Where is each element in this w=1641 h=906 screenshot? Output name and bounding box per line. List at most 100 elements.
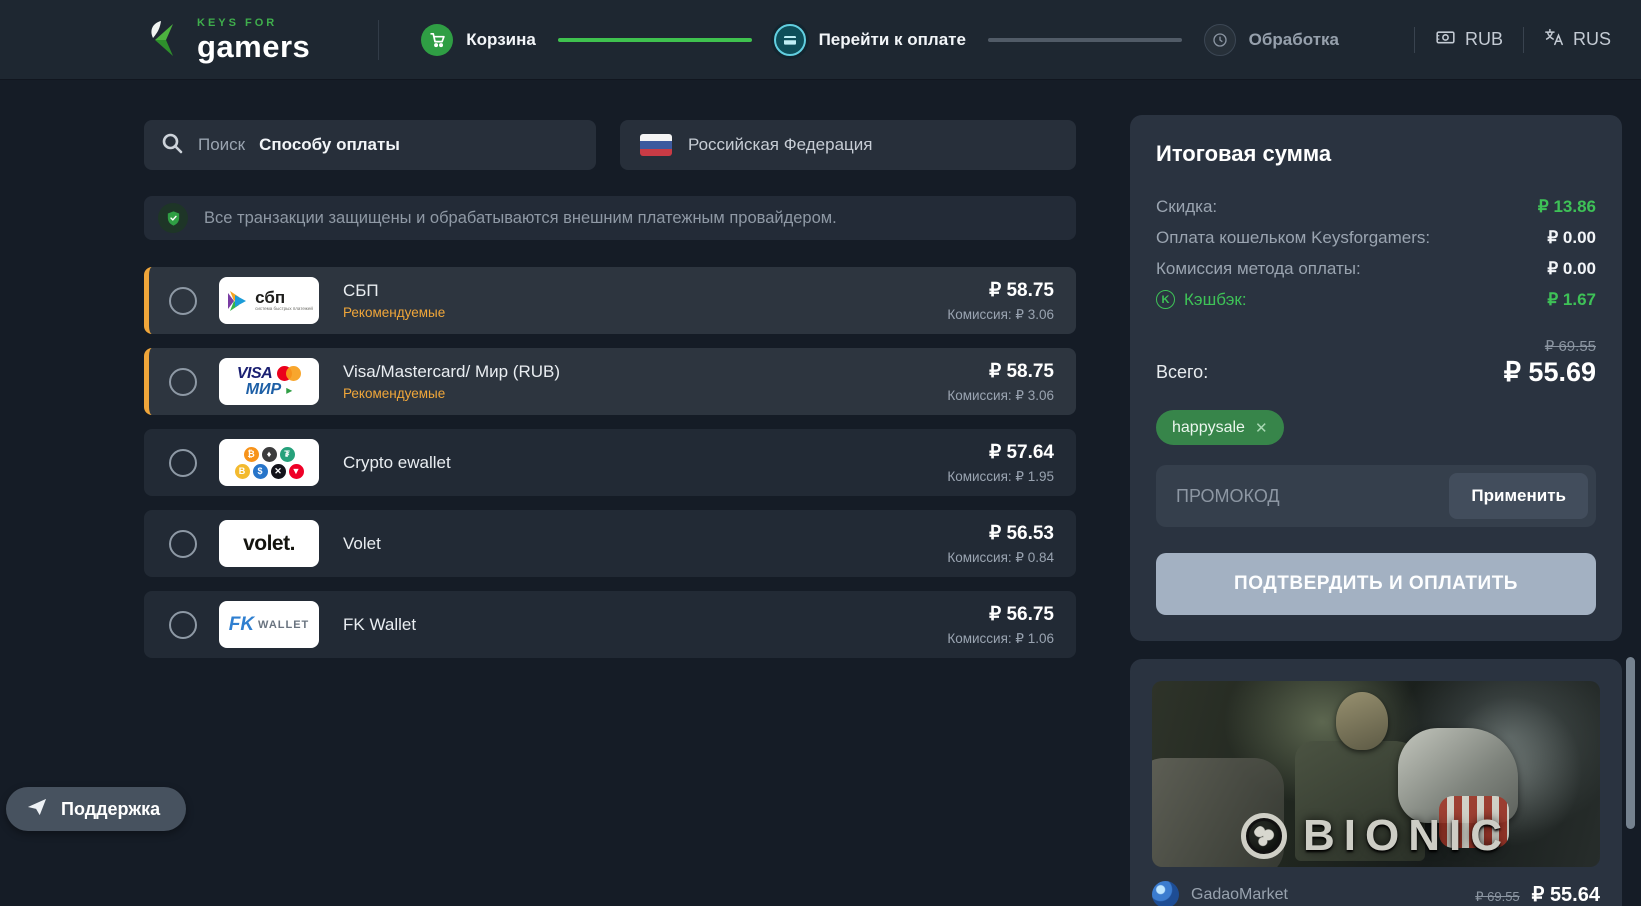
- total-row: Всего: ₽ 55.69: [1156, 357, 1596, 388]
- payment-commission: Комиссия: ₽ 1.95: [947, 469, 1054, 485]
- promo-code-box: Применить: [1156, 465, 1596, 527]
- currency-label: RUB: [1465, 29, 1503, 50]
- currency-selector[interactable]: RUB: [1435, 28, 1503, 51]
- bnb-icon: B: [235, 464, 250, 479]
- summary-title: Итоговая сумма: [1156, 141, 1596, 167]
- payment-method-name: FK Wallet: [343, 615, 416, 635]
- payment-method-sbp[interactable]: сбп система быстрых платежей СБП Рекомен…: [144, 267, 1076, 334]
- support-button[interactable]: Поддержка: [6, 787, 186, 831]
- payment-method-name: Volet: [343, 534, 381, 554]
- scrollbar-thumb[interactable]: [1626, 657, 1635, 829]
- header-separator: [1523, 27, 1524, 53]
- cart-icon: [421, 24, 453, 56]
- step-processing: Обработка: [1204, 24, 1339, 56]
- summary-card: Итоговая сумма Скидка: ₽ 13.86 Оплата ко…: [1130, 115, 1622, 641]
- russia-flag-icon: [640, 134, 672, 156]
- payment-price: ₽ 58.75: [989, 279, 1054, 302]
- radio-button[interactable]: [169, 368, 197, 396]
- sbp-logo-caption: система быстрых платежей: [255, 306, 313, 311]
- summary-row-cashback: K Кэшбэк: ₽ 1.67: [1156, 284, 1596, 315]
- recommended-badge: Рекомендуемые: [343, 305, 445, 320]
- header-controls: RUB RUS: [1394, 27, 1611, 53]
- country-selector[interactable]: Российская Федерация: [620, 120, 1076, 170]
- total-label: Всего:: [1156, 362, 1208, 383]
- radio-button[interactable]: [169, 449, 197, 477]
- search-placeholder-subject: Способу оплаты: [259, 135, 400, 155]
- country-name: Российская Федерация: [688, 135, 872, 155]
- applied-promo-tag[interactable]: happysale ✕: [1156, 410, 1284, 445]
- sbp-logo: сбп система быстрых платежей: [219, 277, 319, 324]
- remove-promo-icon[interactable]: ✕: [1255, 419, 1268, 437]
- fk-wallet-text: WALLET: [258, 619, 309, 631]
- confirm-and-pay-button[interactable]: ПОДТВЕРДИТЬ И ОПЛАТИТЬ: [1156, 553, 1596, 615]
- cashback-icon: K: [1156, 290, 1175, 309]
- visa-logo-text: VISA: [237, 366, 272, 382]
- language-selector[interactable]: RUS: [1544, 28, 1611, 51]
- logo-tagline: KEYS FOR: [197, 18, 310, 29]
- item-old-price: ₽ 69.55: [1475, 889, 1519, 905]
- header-divider: [378, 20, 379, 60]
- mastercard-icon: [277, 366, 301, 381]
- payment-price: ₽ 57.64: [989, 441, 1054, 464]
- step-cart[interactable]: Корзина: [421, 24, 536, 56]
- wallet-payment-value: ₽ 0.00: [1547, 228, 1596, 248]
- card-icon: [774, 24, 806, 56]
- payment-method-name: Crypto ewallet: [343, 453, 451, 473]
- payment-commission: Комиссия: ₽ 3.06: [947, 388, 1054, 404]
- item-price: ₽ 55.64: [1532, 882, 1600, 906]
- crypto-coins-logo: ₿ ♦ ₮ B $ ✕ ▼: [219, 439, 319, 486]
- order-item-card: BIONIC GadaoMarket ₽ 69.55 ₽ 55.64: [1130, 659, 1622, 906]
- shield-check-icon: [158, 203, 188, 233]
- header: KEYS FOR gamers Корзина Перейти к оплате: [0, 0, 1641, 80]
- game-cover-image: BIONIC: [1152, 681, 1600, 867]
- clock-icon: [1204, 24, 1236, 56]
- site-logo[interactable]: KEYS FOR gamers: [143, 18, 310, 62]
- total-value: ₽ 55.69: [1504, 357, 1596, 388]
- mir-logo-text: МИР: [246, 382, 282, 398]
- radio-button[interactable]: [169, 530, 197, 558]
- payment-method-volet[interactable]: volet. Volet ₽ 56.53 Комиссия: ₽ 0.84: [144, 510, 1076, 577]
- checkout-steps: Корзина Перейти к оплате Обработка: [421, 24, 1339, 56]
- radio-button[interactable]: [169, 611, 197, 639]
- btc-icon: ₿: [244, 447, 259, 462]
- header-separator: [1414, 27, 1415, 53]
- payment-method-name: СБП: [343, 281, 445, 301]
- usdc-icon: $: [253, 464, 268, 479]
- paper-plane-icon: [26, 797, 48, 822]
- commission-value: ₽ 0.00: [1547, 259, 1596, 279]
- fk-logo-text: FK: [229, 614, 254, 636]
- order-summary-sidebar: Итоговая сумма Скидка: ₽ 13.86 Оплата ко…: [1130, 115, 1622, 906]
- x-coin-icon: ✕: [271, 464, 286, 479]
- payment-price: ₽ 58.75: [989, 360, 1054, 383]
- radio-button[interactable]: [169, 287, 197, 315]
- apply-promo-button[interactable]: Применить: [1449, 473, 1588, 519]
- search-input[interactable]: Поиск Способу оплаты: [144, 120, 596, 170]
- cashback-label: Кэшбэк:: [1184, 290, 1247, 310]
- payment-commission: Комиссия: ₽ 0.84: [947, 550, 1054, 566]
- summary-row-commission: Комиссия метода оплаты: ₽ 0.00: [1156, 253, 1596, 284]
- seller-row: GadaoMarket ₽ 69.55 ₽ 55.64: [1152, 881, 1600, 906]
- step-payment-label: Перейти к оплате: [819, 30, 966, 50]
- promo-code-input[interactable]: [1176, 486, 1449, 507]
- payment-method-fkwallet[interactable]: FK WALLET FK Wallet ₽ 56.75 Комиссия: ₽ …: [144, 591, 1076, 658]
- volet-logo-text: volet.: [243, 532, 295, 556]
- step-cart-label: Корзина: [466, 30, 536, 50]
- logo-name: gamers: [197, 31, 310, 62]
- step-payment[interactable]: Перейти к оплате: [774, 24, 966, 56]
- progress-line-done: [558, 38, 752, 42]
- support-label: Поддержка: [61, 799, 160, 820]
- cashback-value: ₽ 1.67: [1547, 290, 1596, 310]
- fk-wallet-logo: FK WALLET: [219, 601, 319, 648]
- seller-name: GadaoMarket: [1191, 886, 1288, 904]
- game-title: BIONIC: [1303, 811, 1511, 861]
- volet-logo: volet.: [219, 520, 319, 567]
- payment-method-cards[interactable]: VISA МИР ▸ Visa/Mastercard/ Мир (RUB) Ре…: [144, 348, 1076, 415]
- payment-price: ₽ 56.53: [989, 522, 1054, 545]
- recommended-badge: Рекомендуемые: [343, 386, 560, 401]
- security-banner: Все транзакции защищены и обрабатываются…: [144, 196, 1076, 240]
- eth-icon: ♦: [262, 447, 277, 462]
- payment-method-crypto[interactable]: ₿ ♦ ₮ B $ ✕ ▼ Crypto ewallet ₽ 57.64 Ком…: [144, 429, 1076, 496]
- mir-arrow-icon: ▸: [286, 384, 292, 396]
- logo-k-icon: [143, 18, 187, 62]
- payment-method-name: Visa/Mastercard/ Мир (RUB): [343, 362, 560, 382]
